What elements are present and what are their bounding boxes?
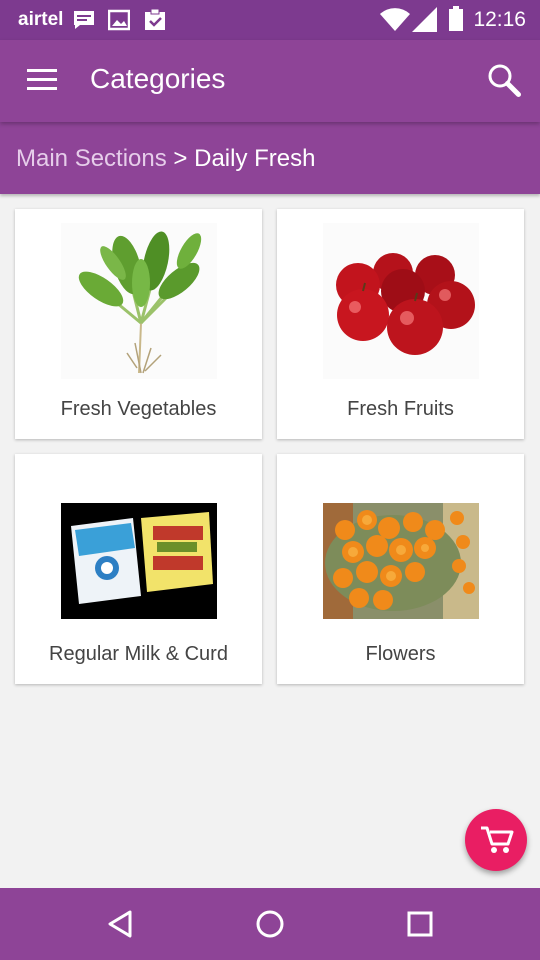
signal-icon bbox=[412, 7, 438, 37]
wifi-icon bbox=[380, 8, 410, 37]
screen: airtel 12:16 Categories Main Sections > … bbox=[0, 0, 540, 960]
navigation-bar bbox=[0, 888, 540, 960]
category-card-fresh-fruits[interactable]: Fresh Fruits bbox=[277, 209, 524, 439]
clipboard-check-icon bbox=[143, 8, 167, 36]
carrier-name: airtel bbox=[18, 9, 64, 30]
leafy-vegetable-image bbox=[61, 223, 217, 379]
battery-icon bbox=[449, 6, 463, 36]
breadcrumb-main-sections[interactable]: Main Sections bbox=[16, 145, 167, 172]
marigold-flowers-image bbox=[323, 468, 479, 624]
apples-image bbox=[323, 223, 479, 379]
category-card-milk-curd[interactable]: Regular Milk & Curd bbox=[15, 454, 262, 684]
category-label: Fresh Fruits bbox=[347, 398, 454, 420]
page-title: Categories bbox=[90, 63, 226, 94]
app-bar: Categories bbox=[0, 40, 540, 122]
status-bar: airtel 12:16 bbox=[0, 0, 540, 40]
back-icon[interactable] bbox=[106, 908, 138, 940]
image-icon bbox=[107, 9, 131, 36]
breadcrumb-current: Daily Fresh bbox=[194, 145, 316, 172]
category-card-fresh-vegetables[interactable]: Fresh Vegetables bbox=[15, 209, 262, 439]
cart-button[interactable] bbox=[465, 809, 527, 871]
home-icon[interactable] bbox=[254, 908, 286, 940]
menu-icon[interactable] bbox=[27, 69, 57, 91]
category-label: Flowers bbox=[365, 643, 436, 665]
milk-packets-image bbox=[61, 468, 217, 624]
message-icon bbox=[72, 9, 96, 36]
recents-icon[interactable] bbox=[404, 908, 436, 940]
category-label: Fresh Vegetables bbox=[60, 398, 217, 420]
search-icon[interactable] bbox=[486, 62, 522, 98]
category-card-flowers[interactable]: Flowers bbox=[277, 454, 524, 684]
clock: 12:16 bbox=[473, 8, 526, 31]
cart-icon bbox=[481, 826, 514, 853]
breadcrumb-separator: > bbox=[173, 145, 188, 172]
category-label: Regular Milk & Curd bbox=[49, 643, 228, 665]
breadcrumb: Main Sections > Daily Fresh bbox=[0, 122, 540, 194]
